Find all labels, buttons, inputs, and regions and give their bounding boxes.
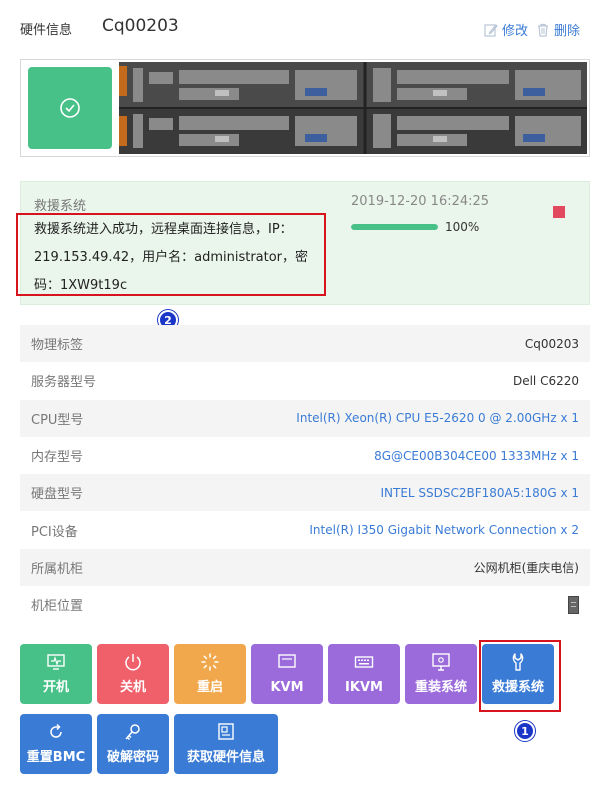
restart-label: 重启 bbox=[196, 680, 223, 695]
fetch-hardware-info-label: 获取硬件信息 bbox=[186, 750, 265, 765]
info-row: 服务器型号 Dell C6220 bbox=[20, 362, 590, 399]
rescue-system-label: 救援系统 bbox=[491, 680, 544, 695]
rescue-message: 救援系统进入成功，远程桌面连接信息，IP：219.153.49.42，用户名：a… bbox=[34, 222, 309, 293]
rescue-title: 救援系统 bbox=[34, 199, 87, 214]
edit-button[interactable]: 修改 bbox=[484, 20, 528, 39]
section-title: 硬件信息 bbox=[20, 23, 73, 38]
edit-label: 修改 bbox=[501, 24, 528, 39]
progress-bar bbox=[351, 224, 438, 230]
info-row: 机柜位置 bbox=[20, 586, 590, 623]
info-value[interactable]: INTEL SSDSC2BF180A5:180G x 1 bbox=[380, 486, 579, 500]
hardware-card-icon bbox=[218, 723, 234, 740]
crack-password-label: 破解密码 bbox=[106, 750, 159, 765]
ikvm-label: IKVM bbox=[345, 680, 383, 695]
info-value[interactable]: Intel(R) Xeon(R) CPU E5-2620 0 @ 2.00GHz… bbox=[296, 411, 579, 425]
info-value[interactable]: Intel(R) I350 Gigabit Network Connection… bbox=[309, 523, 579, 537]
power-icon bbox=[125, 654, 141, 671]
annotation-badge-1: 1 bbox=[515, 721, 535, 741]
kvm-screen-icon bbox=[278, 654, 296, 668]
info-label: CPU型号 bbox=[31, 412, 84, 428]
info-row: 物理标签 Cq00203 bbox=[20, 325, 590, 363]
info-label: PCI设备 bbox=[31, 524, 78, 540]
crack-password-button[interactable]: 破解密码 bbox=[97, 714, 169, 774]
wrench-icon bbox=[512, 653, 524, 671]
rescue-timestamp: 2019-12-20 16:24:25 bbox=[351, 194, 490, 209]
reinstall-system-label: 重装系统 bbox=[414, 680, 467, 695]
server-photo-panel bbox=[20, 59, 590, 157]
hardware-info-table: 物理标签 Cq00203 服务器型号 Dell C6220 CPU型号 Intel(R) … bbox=[20, 325, 590, 623]
check-circle-icon bbox=[60, 98, 80, 118]
info-row: 硬盘型号 INTEL SSDSC2BF180A5:180G x 1 bbox=[20, 474, 590, 512]
power-on-label: 开机 bbox=[42, 680, 69, 695]
progress-fill bbox=[351, 224, 438, 230]
monitor-settings-icon bbox=[432, 653, 450, 671]
fetch-hardware-info-button[interactable]: 获取硬件信息 bbox=[174, 714, 278, 774]
info-label: 物理标签 bbox=[31, 338, 84, 354]
rescue-system-button[interactable]: 救援系统 bbox=[482, 644, 554, 704]
info-label: 硬盘型号 bbox=[31, 487, 84, 503]
info-row: PCI设备 Intel(R) I350 Gigabit Network Conne… bbox=[20, 511, 590, 548]
refresh-icon bbox=[50, 723, 62, 738]
edit-icon bbox=[484, 23, 498, 37]
keyboard-icon bbox=[354, 656, 374, 668]
asset-id: Cq00203 bbox=[102, 16, 179, 36]
reset-bmc-button[interactable]: 重置BMC bbox=[20, 714, 92, 774]
info-value: Cq00203 bbox=[524, 336, 579, 351]
info-row: 内存型号 8G@CE00B304CE00 1333MHz x 1 bbox=[20, 437, 590, 474]
kvm-label: KVM bbox=[270, 680, 304, 695]
power-off-button[interactable]: 关机 bbox=[97, 644, 169, 704]
info-label: 服务器型号 bbox=[31, 375, 97, 391]
status-indicator bbox=[28, 67, 112, 149]
progress-text: 100% bbox=[445, 220, 480, 234]
header-actions: 修改 删除 bbox=[484, 20, 580, 39]
info-row: 所属机柜 公网机柜(重庆电信) bbox=[20, 548, 590, 587]
delete-label: 删除 bbox=[553, 24, 580, 39]
info-value: 公网机柜(重庆电信) bbox=[473, 560, 579, 575]
kvm-button[interactable]: KVM bbox=[251, 644, 323, 704]
server-chassis-image bbox=[119, 62, 587, 154]
loading-spinner-icon bbox=[201, 653, 219, 671]
power-off-label: 关机 bbox=[119, 680, 146, 695]
rescue-status-panel: 救援系统 救援系统进入成功，远程桌面连接信息，IP：219.153.49.42，… bbox=[20, 181, 590, 305]
reset-bmc-label: 重置BMC bbox=[26, 750, 86, 765]
info-row: CPU型号 Intel(R) Xeon(R) CPU E5-2620 0 @ 2.… bbox=[20, 399, 590, 437]
restart-button[interactable]: 重启 bbox=[174, 644, 246, 704]
power-on-button[interactable]: 开机 bbox=[20, 644, 92, 704]
ikvm-button[interactable]: IKVM bbox=[328, 644, 400, 704]
info-label: 内存型号 bbox=[31, 450, 84, 466]
info-value: Dell C6220 bbox=[512, 373, 579, 388]
delete-button[interactable]: 删除 bbox=[536, 20, 580, 39]
trash-icon bbox=[537, 23, 548, 37]
info-label: 机柜位置 bbox=[31, 599, 84, 615]
key-icon bbox=[125, 724, 140, 741]
info-label: 所属机柜 bbox=[31, 561, 84, 577]
monitor-pulse-icon bbox=[47, 654, 65, 670]
stop-button[interactable] bbox=[553, 206, 565, 218]
reinstall-system-button[interactable]: 重装系统 bbox=[405, 644, 477, 704]
rack-position-icon[interactable] bbox=[568, 595, 579, 614]
info-value[interactable]: 8G@CE00B304CE00 1333MHz x 1 bbox=[374, 449, 579, 463]
